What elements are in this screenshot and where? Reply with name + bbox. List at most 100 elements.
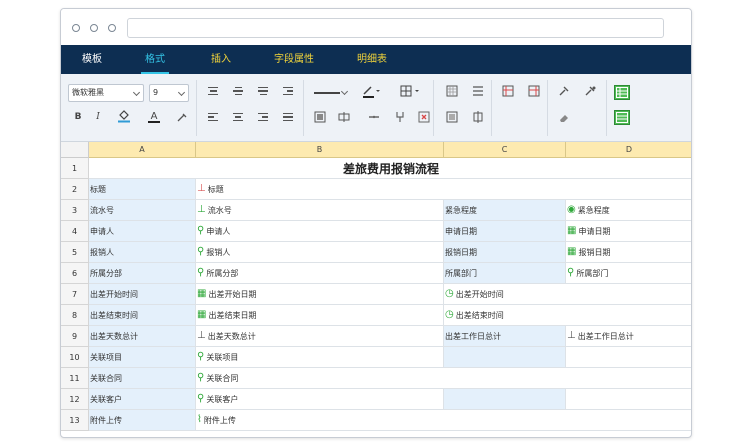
insert-column-icon[interactable]: [501, 84, 515, 98]
align-right-icon[interactable]: [256, 110, 270, 124]
table-grid-icon[interactable]: [445, 84, 459, 98]
bold-button[interactable]: B: [71, 110, 85, 124]
label-cell[interactable]: 申请人: [89, 221, 196, 242]
field-cell[interactable]: ▦ 出差开始日期: [196, 284, 444, 305]
align-bottom-icon[interactable]: [256, 84, 270, 98]
sheet-title-cell[interactable]: 差旅费用报销流程: [89, 158, 691, 179]
field-cell[interactable]: ▦ 出差结束日期: [196, 305, 444, 326]
field-cell[interactable]: ⚲ 关联项目: [196, 347, 444, 368]
row-number[interactable]: 4: [61, 221, 89, 242]
field-cell[interactable]: ⚲ 所属分部: [196, 263, 444, 284]
font-family-select[interactable]: 微软雅黑: [68, 84, 144, 102]
label-cell[interactable]: 标题: [89, 179, 196, 200]
field-cell[interactable]: ◷ 出差开始时间: [444, 284, 691, 305]
field-cell[interactable]: ⊥ 出差工作日总计: [566, 326, 691, 347]
line-style-select[interactable]: [311, 84, 351, 102]
align-center-icon[interactable]: [231, 110, 245, 124]
insert-row-icon[interactable]: [527, 84, 541, 98]
row-number[interactable]: 5: [61, 242, 89, 263]
table-border-icon[interactable]: [445, 110, 459, 124]
field-cell[interactable]: ⚲ 所属部门: [566, 263, 691, 284]
label-cell[interactable]: 关联合同: [89, 368, 196, 389]
label-cell[interactable]: 出差结束时间: [89, 305, 196, 326]
label-cell[interactable]: 报销人: [89, 242, 196, 263]
green-table-icon[interactable]: [614, 85, 630, 100]
field-cell[interactable]: ⌇ 附件上传: [196, 410, 691, 431]
indent-icon[interactable]: [281, 84, 295, 98]
menu-template[interactable]: 模板: [82, 45, 102, 74]
format-painter-icon[interactable]: [557, 84, 571, 98]
empty-label-cell[interactable]: [444, 347, 566, 368]
row-number[interactable]: 1: [61, 158, 89, 179]
row-number[interactable]: 13: [61, 410, 89, 431]
green-list-icon[interactable]: [614, 110, 630, 125]
label-cell[interactable]: 附件上传: [89, 410, 196, 431]
window-dot-icon[interactable]: [90, 24, 98, 32]
field-cell[interactable]: ⚲ 关联客户: [196, 389, 444, 410]
label-cell[interactable]: 出差天数总计: [89, 326, 196, 347]
column-header-d[interactable]: D: [566, 142, 691, 158]
link-icon[interactable]: [367, 110, 381, 124]
menu-format[interactable]: 格式: [141, 45, 169, 74]
column-header-b[interactable]: B: [196, 142, 444, 158]
brush-icon[interactable]: [583, 84, 597, 98]
window-dot-icon[interactable]: [108, 24, 116, 32]
menu-detail-table[interactable]: 明细表: [357, 45, 387, 74]
field-cell[interactable]: ⚲ 关联合同: [196, 368, 691, 389]
empty-label-cell[interactable]: [444, 389, 566, 410]
label-cell[interactable]: 报销日期: [444, 242, 566, 263]
field-cell[interactable]: ▦ 报销日期: [566, 242, 691, 263]
address-bar[interactable]: [127, 18, 664, 38]
label-cell[interactable]: 所属部门: [444, 263, 566, 284]
row-number[interactable]: 7: [61, 284, 89, 305]
field-cell[interactable]: ◷ 出差结束时间: [444, 305, 691, 326]
delete-table-icon[interactable]: [417, 110, 431, 124]
field-cell[interactable]: ▦ 申请日期: [566, 221, 691, 242]
row-number[interactable]: 11: [61, 368, 89, 389]
align-left-icon[interactable]: [206, 110, 220, 124]
fill-color-button[interactable]: [117, 109, 131, 123]
menu-field-properties[interactable]: 字段属性: [274, 45, 314, 74]
label-cell[interactable]: 紧急程度: [444, 200, 566, 221]
table-align-icon[interactable]: [471, 110, 485, 124]
merge-cells-icon[interactable]: [313, 110, 327, 124]
font-color-button[interactable]: A: [147, 109, 161, 123]
row-number[interactable]: 2: [61, 179, 89, 200]
column-header-a[interactable]: A: [89, 142, 196, 158]
clear-format-icon[interactable]: [175, 110, 189, 124]
column-header-c[interactable]: C: [444, 142, 566, 158]
row-number[interactable]: 6: [61, 263, 89, 284]
font-size-select[interactable]: 9: [149, 84, 189, 102]
row-number[interactable]: 12: [61, 389, 89, 410]
border-select-button[interactable]: [399, 84, 423, 98]
field-cell[interactable]: ⚲ 申请人: [196, 221, 444, 242]
field-cell[interactable]: ◉ 紧急程度: [566, 200, 691, 221]
field-cell[interactable]: ⊥ 出差天数总计: [196, 326, 444, 347]
field-cell[interactable]: ⚲ 报销人: [196, 242, 444, 263]
border-color-button[interactable]: [361, 84, 381, 98]
empty-cell[interactable]: [566, 389, 691, 410]
label-cell[interactable]: 所属分部: [89, 263, 196, 284]
row-number[interactable]: 9: [61, 326, 89, 347]
align-top-icon[interactable]: [206, 84, 220, 98]
row-number[interactable]: 10: [61, 347, 89, 368]
label-cell[interactable]: 关联客户: [89, 389, 196, 410]
row-number[interactable]: 3: [61, 200, 89, 221]
eraser-icon[interactable]: [557, 110, 571, 124]
table-rows-icon[interactable]: [471, 84, 485, 98]
field-cell[interactable]: ⊥ 标题: [196, 179, 691, 200]
label-cell[interactable]: 申请日期: [444, 221, 566, 242]
align-middle-icon[interactable]: [231, 84, 245, 98]
label-cell[interactable]: 流水号: [89, 200, 196, 221]
label-cell[interactable]: 出差开始时间: [89, 284, 196, 305]
branch-icon[interactable]: [393, 110, 407, 124]
row-number[interactable]: 8: [61, 305, 89, 326]
menu-insert[interactable]: 插入: [211, 45, 231, 74]
justify-icon[interactable]: [281, 110, 295, 124]
empty-cell[interactable]: [566, 347, 691, 368]
window-dot-icon[interactable]: [72, 24, 80, 32]
italic-button[interactable]: I: [91, 110, 105, 124]
field-cell[interactable]: ⊥ 流水号: [196, 200, 444, 221]
label-cell[interactable]: 关联项目: [89, 347, 196, 368]
sheet-corner[interactable]: [61, 142, 89, 158]
